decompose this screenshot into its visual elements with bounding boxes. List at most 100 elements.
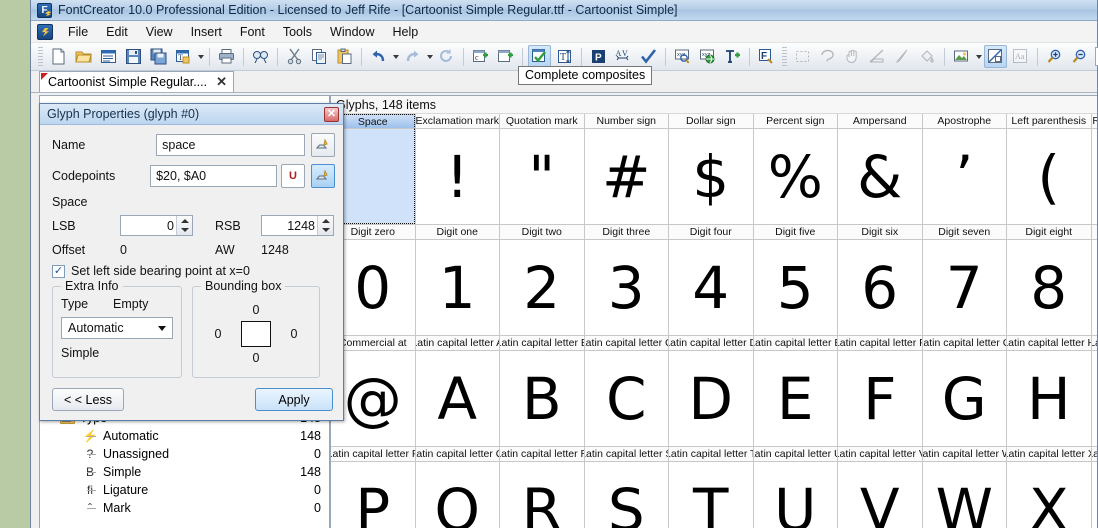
glyph-cell[interactable]: Latin capital letter R R: [500, 447, 585, 528]
glyph-cell[interactable]: Digit one 1: [415, 225, 500, 336]
glyph-cell[interactable]: Latin capital letter C C: [584, 336, 669, 447]
save-icon[interactable]: [122, 45, 145, 68]
chevron-down-icon[interactable]: [158, 326, 166, 331]
glyph-cell[interactable]: Latin capital letter YY: [1091, 447, 1097, 528]
export-dropdown-caret[interactable]: [196, 46, 205, 68]
menu-window[interactable]: Window: [321, 23, 383, 41]
zoom-in-icon[interactable]: [1043, 45, 1066, 68]
tree-row-simple[interactable]: B Simple 148: [40, 463, 329, 481]
glyph-cell[interactable]: Latin capital letter A A: [415, 336, 500, 447]
glyph-cell[interactable]: Latin capital letter D D: [669, 336, 754, 447]
glyph-cell[interactable]: Latin capital letter P P: [331, 447, 416, 528]
open-icon[interactable]: [72, 45, 95, 68]
tree-row-ligature[interactable]: fi Ligature 0: [40, 481, 329, 499]
test-font-icon[interactable]: xyz: [671, 45, 694, 68]
redo-dropdown-caret[interactable]: [425, 46, 434, 68]
validate-icon[interactable]: [637, 45, 660, 68]
less-button[interactable]: < < Less: [52, 388, 124, 411]
insert-text-icon[interactable]: T: [553, 45, 576, 68]
image-icon[interactable]: [950, 45, 973, 68]
glyph-cell[interactable]: Latin capital letter T T: [669, 447, 754, 528]
find-icon[interactable]: [249, 45, 272, 68]
menu-file[interactable]: File: [59, 23, 97, 41]
add-glyph-icon[interactable]: [494, 45, 517, 68]
select-tool-icon[interactable]: [791, 45, 814, 68]
menu-tools[interactable]: Tools: [274, 23, 321, 41]
glyph-cell[interactable]: Digit eight 8: [1007, 225, 1092, 336]
undo-dropdown-caret[interactable]: [391, 46, 400, 68]
glyph-type-combo[interactable]: Automatic: [61, 317, 173, 339]
paste-icon[interactable]: [333, 45, 356, 68]
open-installed-font-icon[interactable]: [97, 45, 120, 68]
glyph-cell[interactable]: Digit six 6: [838, 225, 923, 336]
image-dropdown-caret[interactable]: [974, 46, 983, 68]
lasso-tool-icon[interactable]: [816, 45, 839, 68]
glyph-cell[interactable]: Latin capital letter V V: [838, 447, 923, 528]
outline-view-icon[interactable]: [984, 45, 1007, 68]
tree-row-automatic[interactable]: ⚡ Automatic 148: [40, 427, 329, 445]
glyph-cell[interactable]: Number sign #: [584, 114, 669, 225]
font-properties-icon[interactable]: F: [755, 45, 778, 68]
toolbar-grip[interactable]: [38, 46, 43, 67]
glyph-cell[interactable]: Latin capital letter II: [1091, 336, 1097, 447]
add-composite-icon[interactable]: c: [469, 45, 492, 68]
glyph-cell[interactable]: Latin capital letter G G: [922, 336, 1007, 447]
refresh-icon[interactable]: [435, 45, 458, 68]
glyph-cell[interactable]: Latin capital letter Q Q: [415, 447, 500, 528]
glyph-cell[interactable]: Dollar sign $: [669, 114, 754, 225]
codepoints-wizard-button[interactable]: [311, 164, 335, 188]
name-input[interactable]: space: [156, 134, 305, 156]
apply-button[interactable]: Apply: [255, 388, 333, 411]
postscript-icon[interactable]: P: [587, 45, 610, 68]
glyph-cell[interactable]: Digit nine9: [1091, 225, 1097, 336]
copy-icon[interactable]: [308, 45, 331, 68]
redo-icon[interactable]: [401, 45, 424, 68]
print-icon[interactable]: [215, 45, 238, 68]
lsb-input[interactable]: 0: [120, 215, 193, 236]
unicode-chart-button[interactable]: U: [281, 164, 305, 188]
glyph-cell[interactable]: Latin capital letter B B: [500, 336, 585, 447]
menu-font[interactable]: Font: [231, 23, 274, 41]
tree-row-mark[interactable]: ˆ Mark 0: [40, 499, 329, 517]
glyph-cell[interactable]: Latin capital letter X X: [1007, 447, 1092, 528]
close-icon[interactable]: ✕: [216, 74, 227, 90]
toolbar-grip-2[interactable]: [782, 46, 787, 67]
glyph-cell[interactable]: Ampersand &: [838, 114, 923, 225]
fill-tool-icon[interactable]: [916, 45, 939, 68]
new-icon[interactable]: [47, 45, 70, 68]
rsb-stepper[interactable]: [317, 216, 333, 235]
knife-tool-icon[interactable]: [891, 45, 914, 68]
glyph-cell[interactable]: Right parenthesis): [1091, 114, 1097, 225]
glyph-cell[interactable]: Digit five 5: [753, 225, 838, 336]
cut-icon[interactable]: [283, 45, 306, 68]
rsb-input[interactable]: 1248: [261, 215, 334, 236]
save-as-icon[interactable]: [147, 45, 170, 68]
pan-tool-icon[interactable]: [841, 45, 864, 68]
menu-view[interactable]: View: [137, 23, 182, 41]
menu-insert[interactable]: Insert: [182, 23, 231, 41]
tree-row-unassigned[interactable]: ? Unassigned 0: [40, 445, 329, 463]
glyph-cell[interactable]: Left parenthesis (: [1007, 114, 1092, 225]
menu-help[interactable]: Help: [384, 23, 428, 41]
lsb-point-checkbox-row[interactable]: ✓ Set left side bearing point at x=0: [52, 264, 335, 278]
codepoints-input[interactable]: $20, $A0: [150, 165, 277, 187]
name-wizard-button[interactable]: [311, 133, 335, 157]
complete-composites-icon[interactable]: [528, 45, 551, 68]
glyph-cell[interactable]: Latin capital letter S S: [584, 447, 669, 528]
glyph-cell[interactable]: Percent sign%: [753, 114, 838, 225]
glyph-cell[interactable]: Quotation mark ": [500, 114, 585, 225]
glyph-cell[interactable]: Digit four 4: [669, 225, 754, 336]
checkbox-icon[interactable]: ✓: [52, 264, 65, 278]
zoom-out-icon[interactable]: [1068, 45, 1091, 68]
measure-tool-icon[interactable]: [866, 45, 889, 68]
glyph-cell[interactable]: Latin capital letter W W: [922, 447, 1007, 528]
glyph-cell[interactable]: Digit three 3: [584, 225, 669, 336]
font-insert-icon[interactable]: [721, 45, 744, 68]
glyph-grid[interactable]: Space Exclamation mark! Quotation mark " Num…: [331, 114, 1097, 528]
document-tab[interactable]: Cartoonist Simple Regular.... ✕: [39, 71, 235, 92]
glyph-cell[interactable]: Latin capital letter E E: [753, 336, 838, 447]
glyph-cell[interactable]: Digit seven 7: [922, 225, 1007, 336]
glyph-cell[interactable]: Latin capital letter F F: [838, 336, 923, 447]
glyph-cell[interactable]: Latin capital letter H H: [1007, 336, 1092, 447]
kerning-icon[interactable]: AV: [612, 45, 635, 68]
